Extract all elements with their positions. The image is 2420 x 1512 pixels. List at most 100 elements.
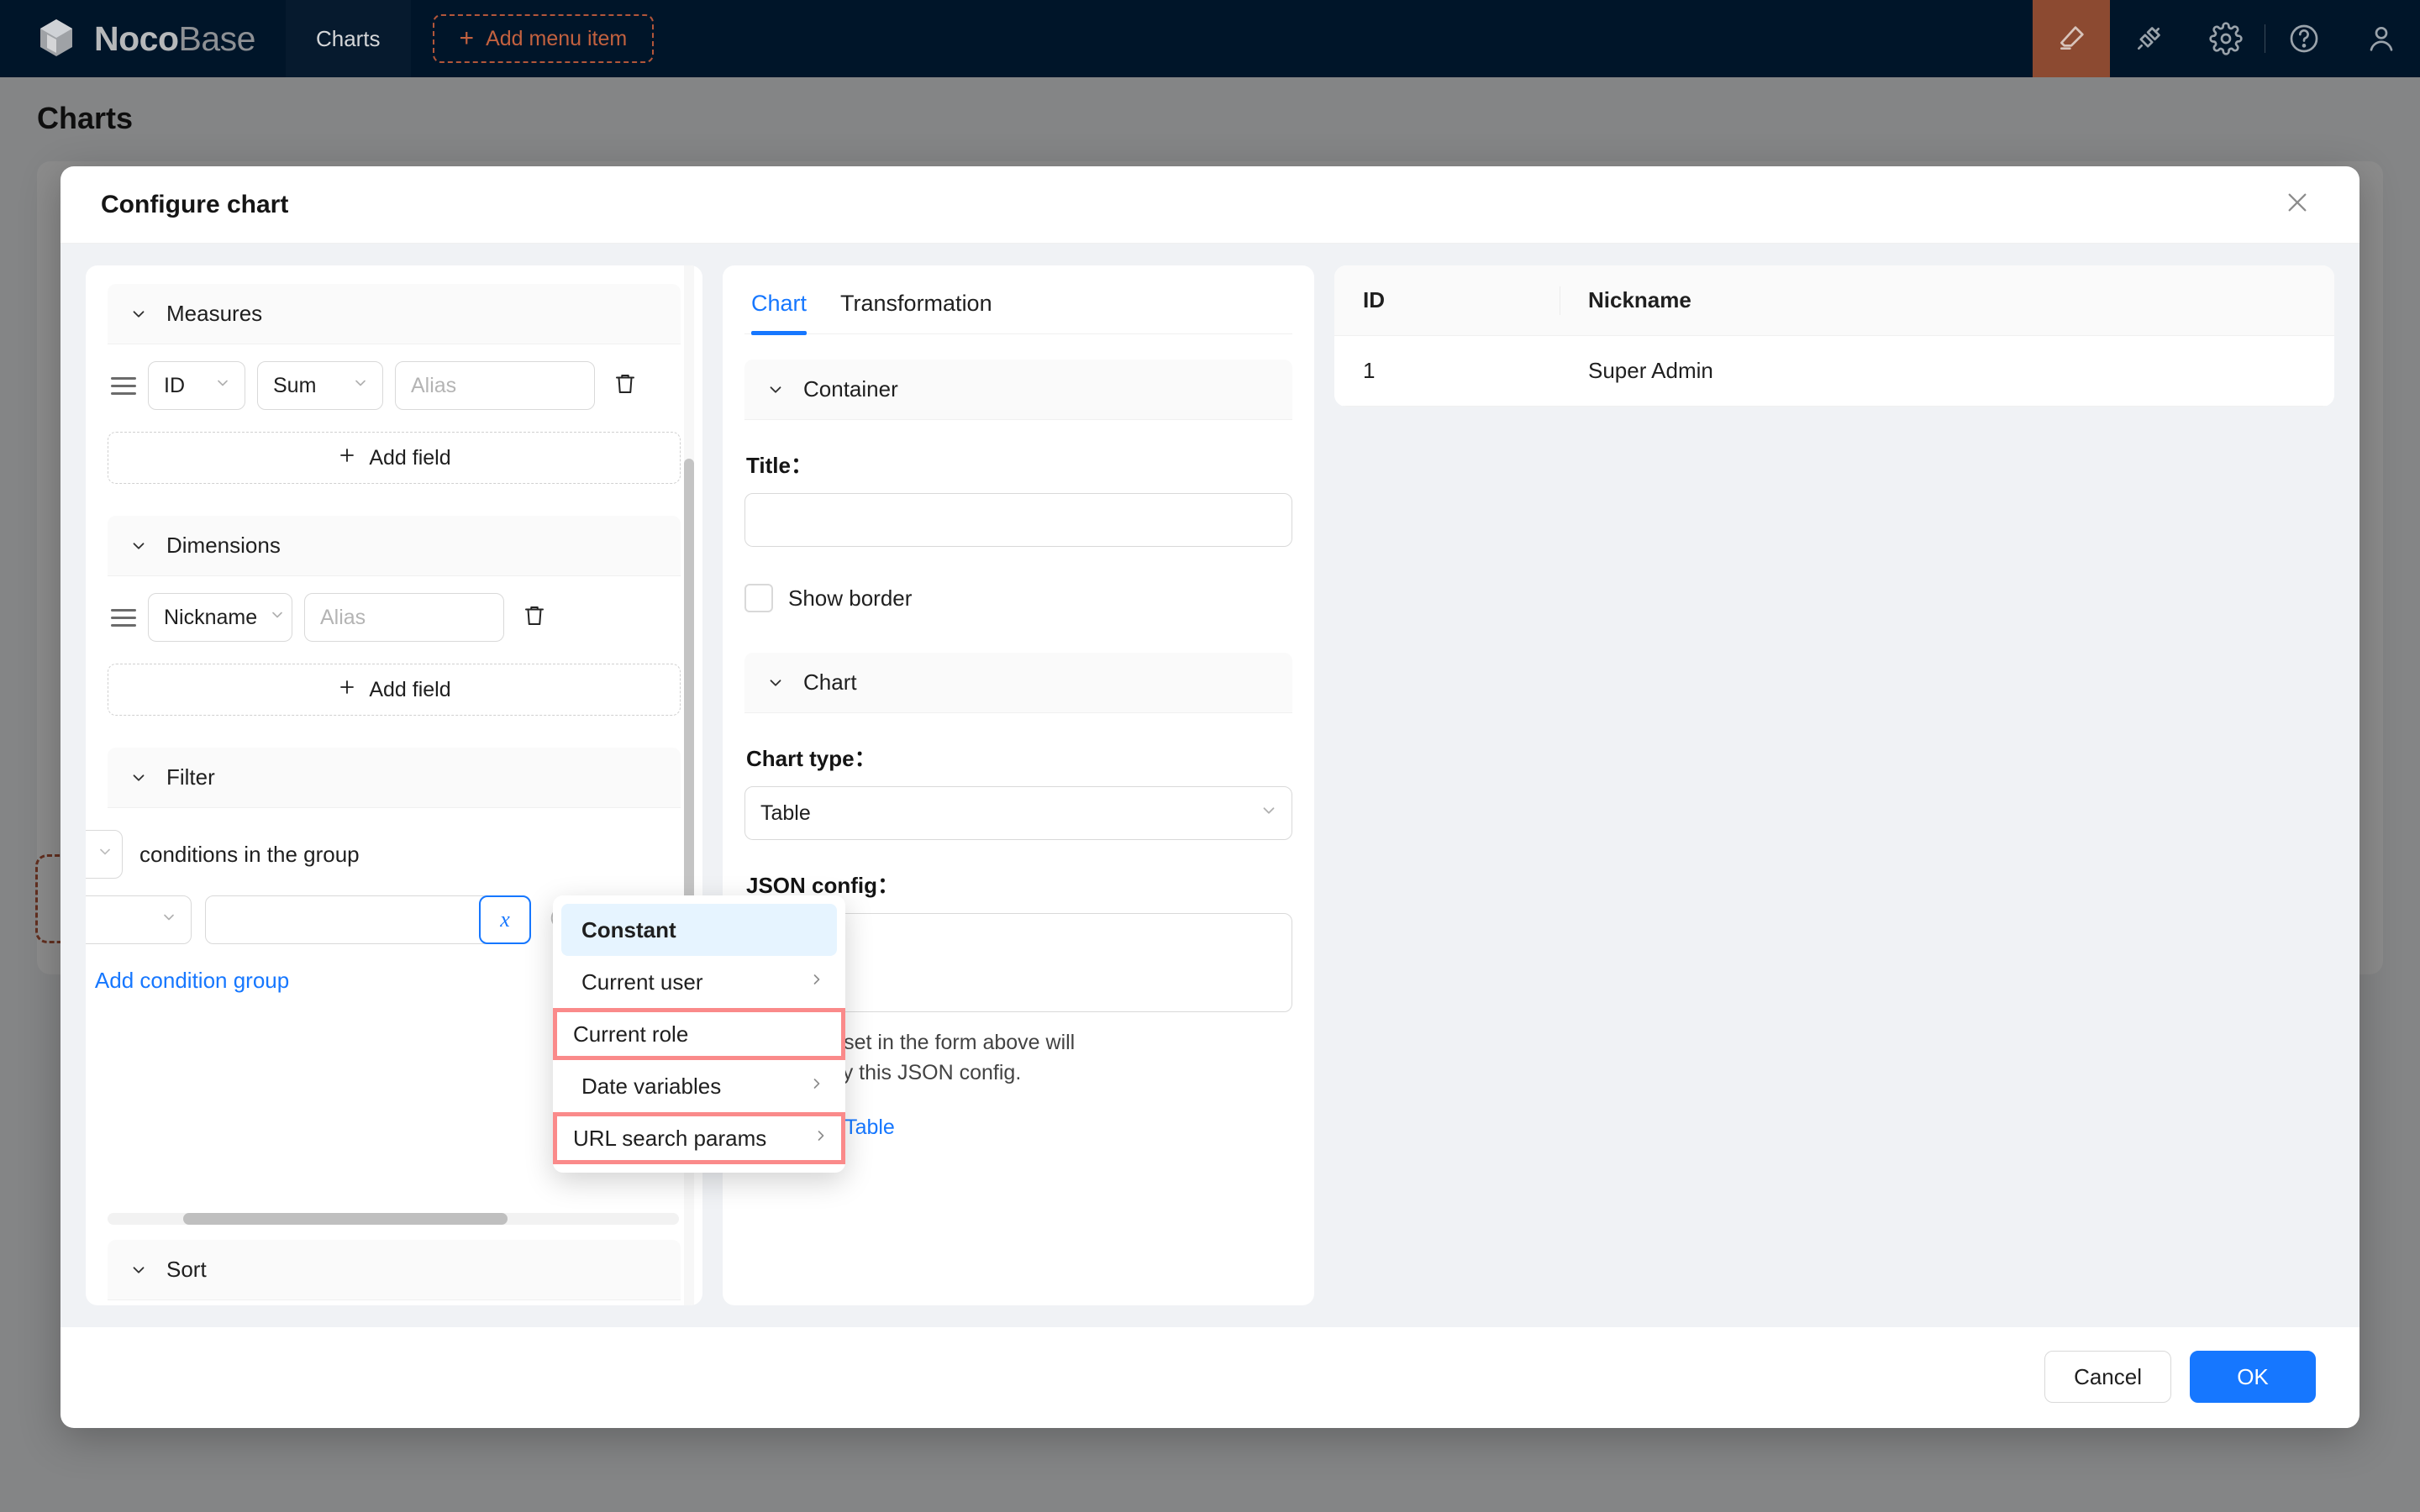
trash-icon bbox=[613, 371, 638, 401]
cell-nickname: Super Admin bbox=[1560, 335, 2334, 407]
modal-footer: Cancel OK bbox=[60, 1327, 2360, 1426]
sort-section-header[interactable]: Sort bbox=[108, 1240, 681, 1300]
filter-group-row: conditions in the group bbox=[86, 808, 681, 884]
chevron-down-icon bbox=[160, 909, 177, 931]
help-circle-icon bbox=[2287, 22, 2321, 55]
brand-text: NocoBase bbox=[94, 18, 256, 58]
measure-alias-placeholder: Alias bbox=[411, 373, 457, 397]
variable-menu-item-constant[interactable]: Constant bbox=[561, 904, 837, 956]
user-avatar-icon bbox=[2365, 22, 2398, 55]
chart-heading: Chart bbox=[803, 669, 857, 695]
ok-button[interactable]: OK bbox=[2190, 1351, 2316, 1403]
highlighter-icon-button[interactable] bbox=[2033, 0, 2110, 77]
chevron-down-icon bbox=[352, 375, 369, 396]
chevron-down-icon bbox=[214, 375, 231, 396]
container-title-input[interactable] bbox=[744, 493, 1292, 547]
modal-title: Configure chart bbox=[101, 190, 289, 218]
brand-name-bold: Noco bbox=[94, 18, 179, 58]
variable-picker-button[interactable]: x bbox=[479, 895, 531, 944]
chevron-down-icon bbox=[97, 843, 113, 865]
dimensions-section-header[interactable]: Dimensions bbox=[108, 516, 681, 576]
measures-section-header[interactable]: Measures bbox=[108, 284, 681, 344]
nav-tab-charts[interactable]: Charts bbox=[285, 0, 411, 77]
highlighter-icon bbox=[2054, 22, 2088, 55]
sort-heading: Sort bbox=[166, 1257, 207, 1282]
measure-alias-input[interactable]: Alias bbox=[395, 361, 595, 410]
configure-chart-modal: Configure chart Measures ID Sum Alias Ad… bbox=[60, 166, 2360, 1428]
dimension-alias-input[interactable]: Alias bbox=[304, 593, 504, 642]
dimension-field-select[interactable]: Nickname bbox=[148, 593, 292, 642]
filter-section-header[interactable]: Filter bbox=[108, 748, 681, 808]
filter-operator-select[interactable]: is bbox=[86, 895, 192, 944]
modal-header: Configure chart bbox=[60, 166, 2360, 244]
add-condition-group-link[interactable]: Add condition group bbox=[95, 968, 289, 994]
user-avatar-button[interactable] bbox=[2343, 0, 2420, 77]
variable-picker-label: x bbox=[500, 907, 510, 932]
tab-transformation[interactable]: Transformation bbox=[840, 284, 992, 333]
chart-config-tabs: Chart Transformation bbox=[744, 284, 1292, 335]
tab-transformation-label: Transformation bbox=[840, 291, 992, 316]
variable-menu-item-current-user[interactable]: Current user bbox=[561, 956, 837, 1008]
chevron-right-icon bbox=[808, 1074, 825, 1098]
variable-menu-item-url-search-params[interactable]: URL search params bbox=[553, 1112, 845, 1164]
plugin-icon-button[interactable] bbox=[2110, 0, 2187, 77]
chart-section-header[interactable]: Chart bbox=[744, 653, 1292, 713]
filter-horizontal-scrollbar-thumb[interactable] bbox=[183, 1213, 508, 1225]
show-border-checkbox[interactable] bbox=[744, 584, 773, 612]
filter-value-input[interactable]: x bbox=[205, 895, 531, 944]
brand-name-light: Base bbox=[178, 18, 256, 58]
show-border-label: Show border bbox=[788, 585, 913, 611]
measure-aggregation-select[interactable]: Sum bbox=[257, 361, 383, 410]
table-row: 1 Super Admin bbox=[1334, 335, 2334, 407]
chart-type-select[interactable]: Table bbox=[744, 786, 1292, 840]
container-group: Container Title： Show border bbox=[744, 360, 1292, 612]
settings-icon-button[interactable] bbox=[2187, 0, 2265, 77]
trash-icon bbox=[522, 603, 547, 633]
cell-id: 1 bbox=[1334, 335, 1560, 407]
plus-icon bbox=[337, 445, 357, 471]
chevron-down-icon bbox=[269, 606, 286, 628]
delete-measure-button[interactable] bbox=[607, 371, 644, 401]
variable-menu-item-label: Current role bbox=[573, 1021, 689, 1047]
variable-menu-item-current-role[interactable]: Current role bbox=[553, 1008, 845, 1060]
variable-menu-item-date-variables[interactable]: Date variables bbox=[561, 1060, 837, 1112]
container-section-header[interactable]: Container bbox=[744, 360, 1292, 420]
variable-menu-item-label: Current user bbox=[581, 969, 703, 995]
drag-handle-icon[interactable] bbox=[108, 608, 136, 627]
sort-section-container: Sort bbox=[108, 1240, 681, 1300]
config-reference-link[interactable]: Table bbox=[844, 1116, 895, 1139]
filter-horizontal-scrollbar-track[interactable] bbox=[108, 1213, 679, 1225]
column-header-nickname: Nickname bbox=[1560, 265, 2334, 336]
add-menu-item-label: Add menu item bbox=[486, 26, 628, 50]
cancel-button[interactable]: Cancel bbox=[2044, 1351, 2171, 1403]
filter-group-logic-select[interactable] bbox=[86, 830, 123, 879]
drag-handle-icon[interactable] bbox=[108, 376, 136, 395]
container-heading: Container bbox=[803, 376, 898, 402]
close-button[interactable] bbox=[2279, 186, 2316, 223]
help-icon-button[interactable] bbox=[2265, 0, 2343, 77]
dimension-alias-placeholder: Alias bbox=[320, 605, 366, 629]
tab-chart-label: Chart bbox=[751, 291, 808, 316]
chart-type-label: Chart type： bbox=[746, 746, 876, 771]
brand-logo-area[interactable]: NocoBase bbox=[0, 0, 286, 77]
result-table: ID Nickname 1 Super Admin bbox=[1334, 265, 2334, 407]
plus-icon: + bbox=[459, 24, 475, 52]
delete-dimension-button[interactable] bbox=[516, 603, 553, 633]
nocobase-logo-icon bbox=[34, 16, 79, 61]
column-header-id: ID bbox=[1334, 265, 1560, 336]
nav-tab-charts-label: Charts bbox=[315, 25, 381, 51]
dimension-field-value: Nickname bbox=[164, 605, 258, 629]
top-navigation-bar: NocoBase Charts + Add menu item bbox=[0, 0, 2420, 77]
dimensions-field-row: Nickname Alias bbox=[108, 576, 681, 650]
measures-add-field-button[interactable]: Add field bbox=[108, 432, 681, 484]
measures-field-row: ID Sum Alias bbox=[108, 344, 681, 418]
dimensions-add-field-button[interactable]: Add field bbox=[108, 664, 681, 716]
measure-field-select[interactable]: ID bbox=[148, 361, 245, 410]
measures-heading: Measures bbox=[166, 301, 263, 326]
tab-chart[interactable]: Chart bbox=[751, 284, 808, 335]
result-table-head: ID Nickname bbox=[1334, 265, 2334, 336]
show-border-row[interactable]: Show border bbox=[744, 584, 1292, 612]
add-menu-item-button[interactable]: + Add menu item bbox=[432, 14, 655, 63]
